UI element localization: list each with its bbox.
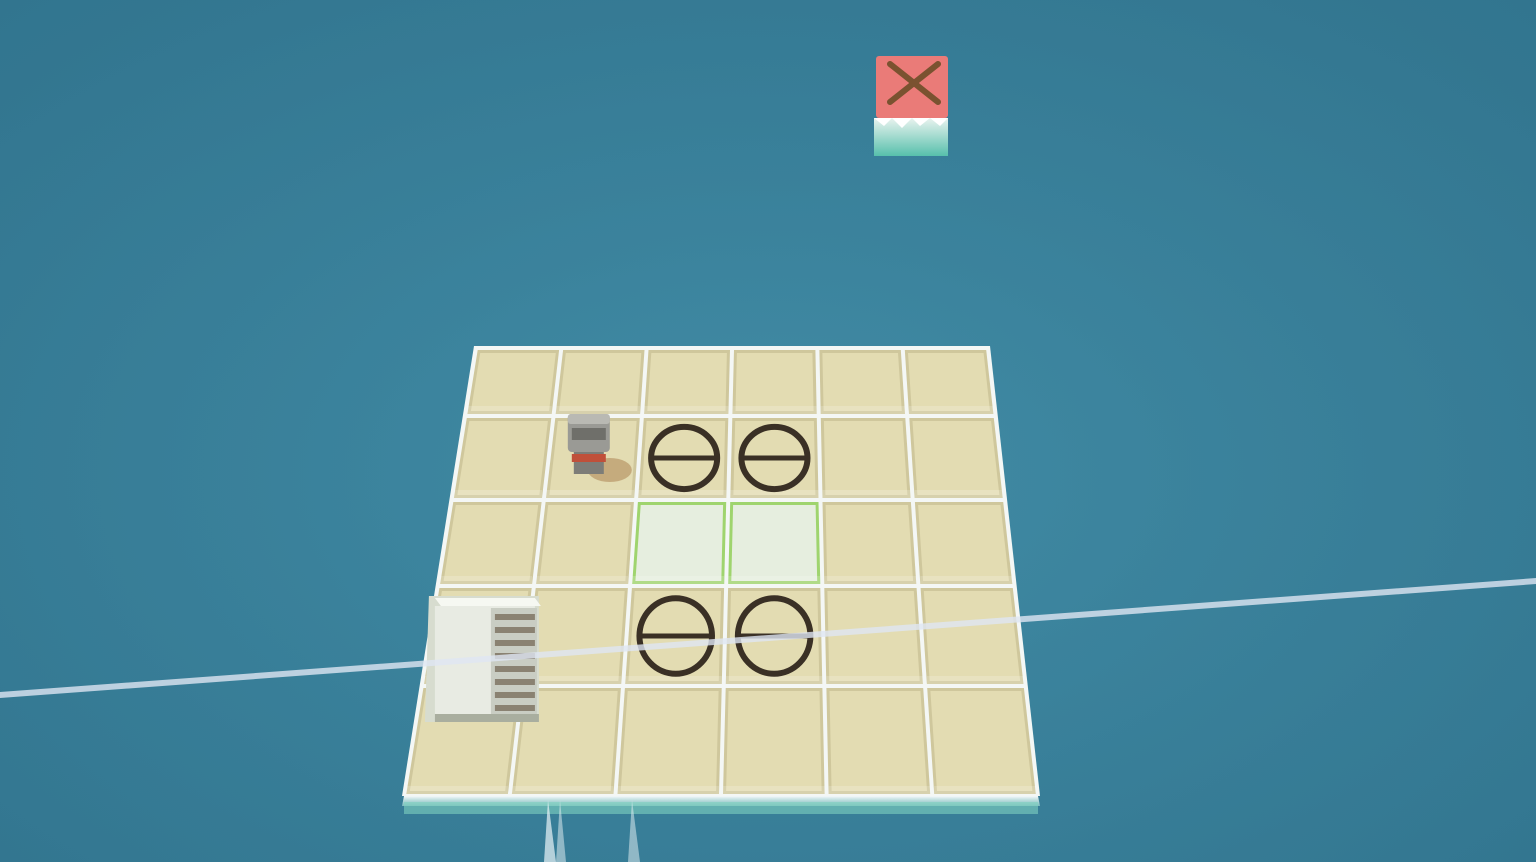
board-tile[interactable] — [625, 588, 725, 684]
board-tile[interactable] — [824, 588, 923, 684]
robot-visor — [571, 428, 606, 440]
tile-surface — [918, 505, 1009, 581]
tile-edge-shade — [406, 786, 508, 794]
board-tile[interactable] — [440, 502, 542, 584]
tile-edge-shade — [644, 406, 729, 414]
board-tile[interactable] — [914, 502, 1013, 584]
tile-edge-shade — [728, 576, 821, 584]
tile-edge-shade — [536, 576, 629, 584]
board-tile[interactable] — [920, 588, 1024, 684]
tile-edge-shade — [828, 786, 931, 794]
tile-surface — [527, 591, 625, 681]
board-tile[interactable] — [819, 350, 905, 414]
tile-edge-shade — [822, 490, 911, 498]
board-tile[interactable] — [927, 688, 1036, 794]
crate-top — [434, 598, 541, 606]
board-tile[interactable] — [555, 350, 645, 414]
tile-edge-shade — [440, 576, 533, 584]
crate-vent-slat — [494, 627, 535, 633]
tile-surface — [635, 505, 724, 581]
board-tile[interactable] — [617, 688, 722, 794]
tile-edge-shade — [555, 406, 641, 414]
tile-surface — [823, 421, 908, 495]
tile-edge-shade — [824, 576, 917, 584]
board-tile[interactable] — [909, 418, 1003, 498]
tile-surface — [726, 691, 822, 791]
tile-surface — [827, 591, 920, 681]
tile-edge-shade — [826, 676, 923, 684]
board-tile[interactable] — [723, 688, 825, 794]
board-tile[interactable] — [904, 350, 994, 414]
board-tile[interactable] — [638, 418, 729, 498]
crate-vent-slat — [494, 679, 535, 685]
tile-surface — [559, 353, 642, 411]
tile-edge-shade — [723, 786, 825, 794]
tile-surface — [912, 421, 1000, 495]
tile-surface — [470, 353, 556, 411]
tile-edge-shade — [920, 576, 1013, 584]
board-tile[interactable] — [632, 502, 727, 584]
close-button[interactable] — [874, 56, 948, 156]
tile-edge-shade — [732, 406, 817, 414]
tile-surface — [930, 691, 1033, 791]
board-tile[interactable] — [820, 418, 911, 498]
tile-edge-shade — [926, 676, 1024, 684]
tile-surface — [825, 505, 914, 581]
tile-surface — [822, 353, 902, 411]
board-tile[interactable] — [822, 502, 917, 584]
tile-edge-shade — [625, 676, 722, 684]
crate-grille — [490, 608, 537, 720]
crate-vent-slat — [494, 705, 535, 711]
tile-edge-shade — [909, 406, 994, 414]
tile-edge-shade — [725, 676, 823, 684]
tile-edge-shade — [617, 786, 719, 794]
tile-edge-shade — [632, 576, 725, 584]
tile-surface — [620, 691, 719, 791]
tile-edge-shade — [934, 786, 1036, 794]
tile-surface — [923, 591, 1021, 681]
board-tile[interactable] — [453, 418, 552, 498]
tile-edge-shade — [524, 676, 622, 684]
board-tile[interactable] — [467, 350, 560, 414]
tile-edge-shade — [820, 406, 905, 414]
tile-surface — [829, 691, 927, 791]
tile-edge-shade — [467, 406, 552, 414]
tile-edge-shade — [914, 490, 1003, 498]
tile-surface — [443, 505, 539, 581]
crate-vent-slat — [494, 666, 535, 672]
robot-head-top — [567, 414, 610, 424]
board-tile[interactable] — [732, 350, 817, 414]
tile-surface — [908, 353, 990, 411]
tile-edge-shade — [453, 490, 542, 498]
game-canvas[interactable] — [0, 0, 1536, 862]
crate-vent-slat — [494, 692, 535, 698]
robot-belt — [571, 454, 606, 462]
tile-surface — [731, 505, 818, 581]
board-tile[interactable] — [826, 688, 931, 794]
board-tile[interactable] — [728, 502, 821, 584]
game-scene — [0, 0, 1536, 862]
tile-edge-shade — [511, 786, 614, 794]
board-tile[interactable] — [536, 502, 634, 584]
game-board — [402, 346, 1040, 796]
board-underside — [402, 796, 1040, 814]
board-tile[interactable] — [644, 350, 730, 414]
tile-surface — [735, 353, 814, 411]
board-tile[interactable] — [730, 418, 819, 498]
crate-vent-slat — [494, 640, 535, 646]
board-edge-glow — [404, 802, 1038, 814]
crate-base — [434, 714, 539, 722]
tile-surface — [457, 421, 548, 495]
tile-edge-shade — [546, 490, 635, 498]
board-tile[interactable] — [524, 588, 628, 684]
crate-vent-slat — [494, 614, 535, 620]
tile-surface — [647, 353, 727, 411]
tile-surface — [539, 505, 631, 581]
